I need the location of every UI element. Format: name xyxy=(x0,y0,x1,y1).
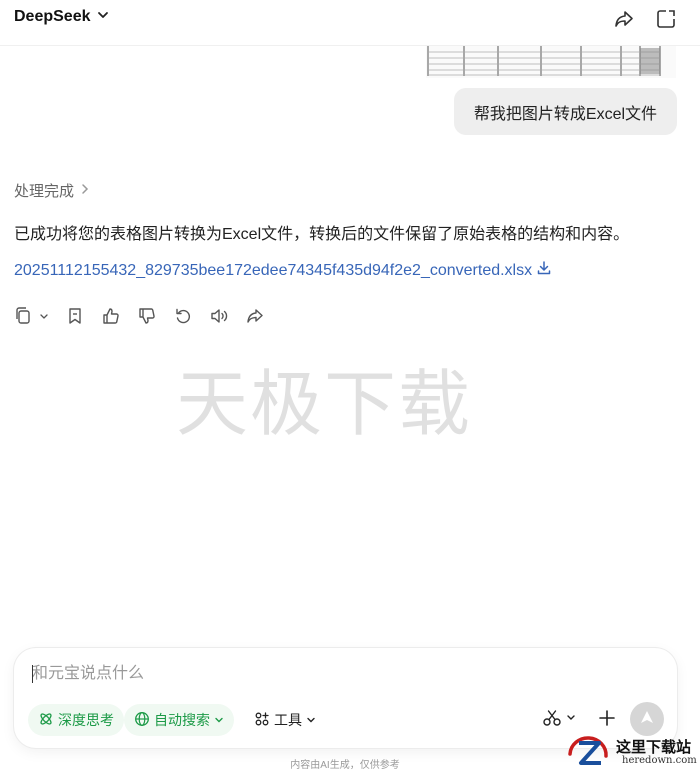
read-aloud-icon[interactable] xyxy=(208,305,230,327)
auto-search-label: 自动搜索 xyxy=(154,712,210,728)
deep-think-label: 深度思考 xyxy=(58,712,114,728)
assistant-answer: 已成功将您的表格图片转换为Excel文件，转换后的文件保留了原始表格的结构和内容… xyxy=(14,226,630,243)
share-icon[interactable] xyxy=(244,305,266,327)
top-bar: DeepSeek xyxy=(0,0,700,46)
attached-image-thumbnail[interactable] xyxy=(426,46,676,78)
new-chat-icon[interactable] xyxy=(655,8,677,30)
chevron-down-icon xyxy=(97,8,109,26)
text-caret xyxy=(32,665,33,683)
model-switcher[interactable]: DeepSeek xyxy=(14,8,109,26)
message-input[interactable] xyxy=(32,662,632,686)
add-attachment-button[interactable] xyxy=(594,706,620,734)
z-logo-icon xyxy=(568,736,608,765)
processing-status-toggle[interactable]: 处理完成 xyxy=(14,180,90,201)
screenshot-button[interactable] xyxy=(540,706,580,734)
share-icon[interactable] xyxy=(613,8,635,30)
chevron-down-icon xyxy=(306,712,316,728)
tools-icon xyxy=(254,711,270,730)
thumbs-up-icon[interactable] xyxy=(100,305,122,327)
status-text: 处理完成 xyxy=(14,183,75,200)
chevron-down-icon xyxy=(214,712,224,728)
model-name: DeepSeek xyxy=(14,8,91,25)
send-arrow-icon xyxy=(639,709,655,730)
thumbs-down-icon[interactable] xyxy=(136,305,158,327)
site-logo: 这里下载站 heredown.com xyxy=(566,732,700,772)
scissors-icon xyxy=(542,708,578,733)
logo-text: 这里下载站 xyxy=(616,738,692,756)
user-message-bubble: 帮我把图片转成Excel文件 xyxy=(454,88,677,135)
globe-icon xyxy=(134,711,150,730)
auto-search-toggle[interactable]: 自动搜索 xyxy=(124,704,234,736)
logo-url: heredown.com xyxy=(622,755,697,766)
tools-label: 工具 xyxy=(274,712,302,728)
message-action-bar xyxy=(14,305,280,327)
file-name: 20251112155432_829735bee172edee74345f435… xyxy=(14,261,533,279)
regenerate-icon[interactable] xyxy=(172,305,194,327)
chevron-right-icon xyxy=(80,182,90,200)
download-icon xyxy=(536,260,552,281)
tools-menu[interactable]: 工具 xyxy=(244,704,326,736)
copy-button[interactable] xyxy=(14,305,50,327)
send-button[interactable] xyxy=(630,702,664,736)
deep-think-toggle[interactable]: 深度思考 xyxy=(28,704,124,736)
bookmark-icon[interactable] xyxy=(64,305,86,327)
download-file-link[interactable]: 20251112155432_829735bee172edee74345f435… xyxy=(14,260,552,281)
plus-icon xyxy=(598,709,616,732)
watermark: 天极下载 xyxy=(176,362,473,446)
atom-icon xyxy=(38,711,54,730)
